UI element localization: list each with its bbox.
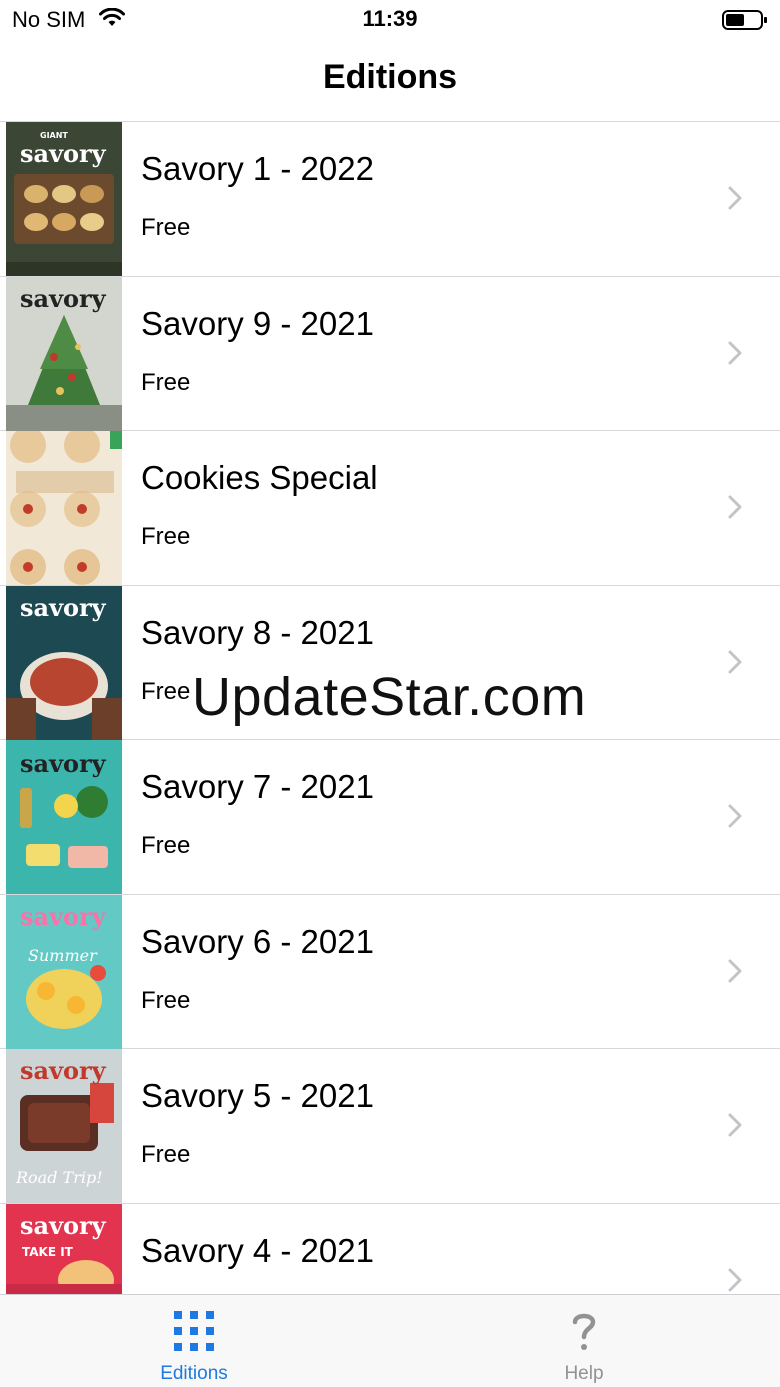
- edition-title: Savory 8 - 2021: [141, 613, 374, 651]
- tab-editions[interactable]: Editions: [94, 1295, 294, 1387]
- svg-text:GIANT: GIANT: [40, 131, 68, 140]
- navigation-bar: Editions: [0, 40, 780, 122]
- edition-title: Savory 6 - 2021: [141, 922, 374, 960]
- chevron-right-icon: [728, 1113, 742, 1137]
- edition-price: Free: [141, 523, 191, 550]
- edition-price: Free: [141, 214, 191, 241]
- edition-title: Savory 5 - 2021: [141, 1077, 374, 1114]
- svg-text:savory: savory: [20, 284, 107, 313]
- edition-cover-image: savory: [6, 585, 122, 740]
- battery-icon: [722, 10, 767, 30]
- svg-text:Road Trip!: Road Trip!: [15, 1168, 103, 1187]
- tab-bar: Editions Help: [0, 1294, 780, 1387]
- edition-row-savory-9-2021[interactable]: savory Savory 9 - 2021 Free: [0, 276, 780, 431]
- chevron-right-icon: [728, 650, 742, 673]
- edition-cover-image: savory TAKE IT: [6, 1203, 122, 1294]
- tab-label-editions: Editions: [160, 1363, 228, 1384]
- edition-row-savory-6-2021[interactable]: savory Summer Savory 6 - 2021 Free: [0, 894, 780, 1049]
- tab-help[interactable]: Help: [484, 1295, 684, 1387]
- svg-text:savory: savory: [20, 1056, 107, 1085]
- svg-text:TAKE IT: TAKE IT: [22, 1245, 74, 1259]
- chevron-right-icon: [728, 186, 742, 210]
- edition-price: Free: [141, 986, 191, 1014]
- edition-title: Cookies Special: [141, 459, 378, 496]
- edition-row-savory-4-2021[interactable]: savory TAKE IT Savory 4 - 2021: [0, 1203, 780, 1294]
- question-mark-icon: [572, 1313, 596, 1350]
- edition-row-savory-5-2021[interactable]: savory Road Trip! Savory 5 - 2021 Free: [0, 1049, 780, 1204]
- svg-text:savory: savory: [20, 139, 107, 168]
- clock: 11:39: [362, 6, 418, 31]
- chevron-right-icon: [728, 495, 742, 519]
- svg-text:Summer: Summer: [28, 946, 98, 965]
- edition-cover-image: savory GIANT: [6, 122, 122, 276]
- edition-cover-image: savory Road Trip!: [6, 1049, 122, 1203]
- edition-title: Savory 4 - 2021: [141, 1231, 374, 1269]
- svg-text:savory: savory: [20, 1211, 107, 1240]
- chevron-right-icon: [728, 1268, 742, 1291]
- edition-price: Free: [141, 677, 191, 705]
- edition-title: Savory 9 - 2021: [141, 304, 374, 342]
- status-bar: No SIM 11:39: [0, 0, 780, 40]
- svg-text:savory: savory: [20, 902, 107, 931]
- chevron-right-icon: [728, 959, 742, 982]
- edition-price: Free: [141, 1141, 191, 1168]
- edition-price: Free: [141, 832, 191, 859]
- edition-cover-image: [6, 431, 122, 585]
- tab-label-help: Help: [564, 1363, 604, 1384]
- edition-row-cookies-special[interactable]: Cookies Special Free: [0, 431, 780, 586]
- chevron-right-icon: [728, 341, 742, 364]
- edition-cover-image: savory Summer: [6, 894, 122, 1049]
- grid-icon: [174, 1311, 214, 1351]
- edition-row-savory-7-2021[interactable]: savory Savory 7 - 2021 Free: [0, 740, 780, 895]
- svg-text:savory: savory: [20, 749, 107, 778]
- watermark-text: UpdateStar.com: [192, 667, 587, 727]
- edition-title: Savory 1 - 2022: [141, 150, 374, 187]
- edition-row-savory-1-2022[interactable]: savory GIANT Savory 1 - 2022 Free: [0, 122, 780, 277]
- edition-cover-image: savory: [6, 276, 122, 431]
- edition-cover-image: savory: [6, 740, 122, 894]
- svg-text:savory: savory: [20, 593, 107, 622]
- chevron-right-icon: [728, 804, 742, 828]
- page-title: Editions: [322, 58, 458, 96]
- edition-price: Free: [141, 368, 191, 396]
- edition-title: Savory 7 - 2021: [141, 768, 374, 805]
